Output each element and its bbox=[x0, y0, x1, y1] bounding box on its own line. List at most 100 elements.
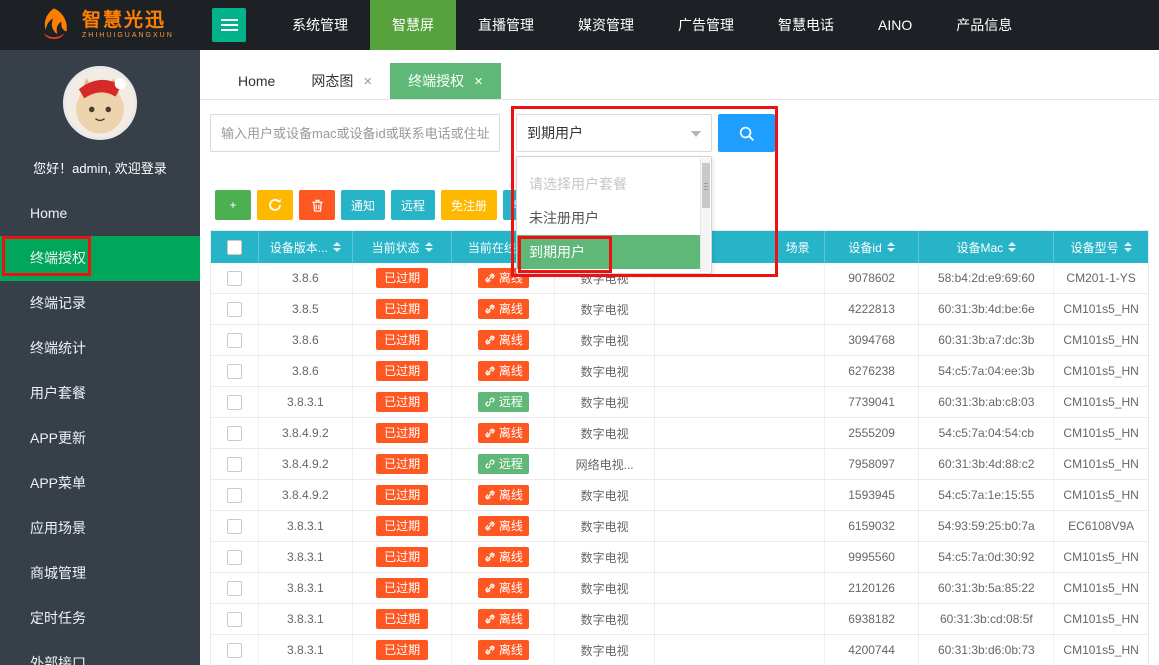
search-input[interactable] bbox=[210, 114, 500, 152]
close-tab-icon[interactable]: × bbox=[363, 74, 372, 89]
online-status-label: 离线 bbox=[498, 364, 523, 378]
scene2-cell bbox=[655, 418, 825, 448]
nav-item-7[interactable]: AINO bbox=[856, 0, 934, 50]
nav-item-3[interactable]: 直播管理 bbox=[456, 0, 556, 50]
sidebar-item-4[interactable]: 终端统计 bbox=[0, 326, 200, 371]
sidebar-item-5[interactable]: 用户套餐 bbox=[0, 371, 200, 416]
top-navbar: 智慧光迅 ZHIHUIGUANGXUN 系统管理 智慧屏 直播管理 媒资管理 广告管理智… bbox=[0, 0, 1159, 50]
device-model-cell: CM101s5_HN bbox=[1063, 581, 1139, 595]
nav-item-1[interactable]: 系统管理 bbox=[270, 0, 370, 50]
online-status-cell: 远程 bbox=[452, 449, 556, 479]
add-button[interactable]: + bbox=[215, 190, 251, 220]
row-checkbox[interactable] bbox=[226, 425, 242, 441]
row-checkbox-cell bbox=[211, 604, 259, 634]
refresh-button[interactable] bbox=[257, 190, 293, 220]
sidebar-item-6[interactable]: APP更新 bbox=[0, 416, 200, 461]
dropdown-option-3[interactable]: 到期用户 bbox=[517, 235, 700, 269]
nav-item-6[interactable]: 智慧电话 bbox=[756, 0, 856, 50]
device-id-cell: 9995560 bbox=[825, 542, 920, 572]
scene-cell: 数字电视 bbox=[555, 573, 656, 603]
tab-3[interactable]: 终端授权 × bbox=[390, 63, 501, 99]
row-checkbox[interactable] bbox=[226, 611, 242, 627]
scrollbar-thumb[interactable] bbox=[702, 163, 710, 208]
row-checkbox[interactable] bbox=[226, 394, 242, 410]
online-status-label: 远程 bbox=[498, 395, 523, 409]
broken-link-icon bbox=[484, 334, 496, 346]
device-version-cell: 3.8.6 bbox=[259, 263, 353, 293]
dropdown-option-1[interactable]: 请选择用户套餐 bbox=[517, 167, 700, 201]
sidebar-item-3[interactable]: 终端记录 bbox=[0, 281, 200, 326]
tab-1[interactable]: Home bbox=[220, 63, 293, 99]
row-checkbox[interactable] bbox=[226, 332, 242, 348]
status-cell: 已过期 bbox=[353, 418, 453, 448]
sidebar-item-11[interactable]: 外部接口 bbox=[0, 641, 200, 665]
nav-item-8[interactable]: 产品信息 bbox=[934, 0, 1034, 50]
table-row: 3.8.4.9.2 已过期 离线 数字电视 2555209 54:c5:7a:04:54:… bbox=[211, 418, 1148, 449]
broken-link-icon bbox=[484, 303, 496, 315]
sort-updown-icon[interactable] bbox=[1008, 242, 1017, 252]
sidebar-item-1[interactable]: Home bbox=[0, 191, 200, 236]
online-status-cell: 离线 bbox=[452, 542, 556, 572]
offline-status-badge: 离线 bbox=[477, 547, 529, 567]
select-all-checkbox[interactable] bbox=[226, 239, 242, 255]
sidebar-item-2[interactable]: 终端授权 bbox=[0, 236, 200, 281]
sort-updown-icon[interactable] bbox=[424, 242, 433, 252]
row-checkbox[interactable] bbox=[226, 270, 242, 286]
link-icon bbox=[484, 458, 496, 470]
nav-item-5[interactable]: 广告管理 bbox=[656, 0, 756, 50]
close-tab-icon[interactable]: × bbox=[474, 74, 483, 89]
row-checkbox[interactable] bbox=[226, 518, 242, 534]
row-checkbox[interactable] bbox=[226, 580, 242, 596]
column-label[interactable]: 设备id bbox=[848, 239, 881, 256]
brand-logo-icon bbox=[34, 5, 74, 45]
row-checkbox[interactable] bbox=[226, 642, 242, 658]
user-package-dropdown: 请选择用户套餐 未注册用户 到期用户 bbox=[516, 156, 712, 274]
broken-link-icon bbox=[484, 489, 496, 501]
row-checkbox[interactable] bbox=[226, 487, 242, 503]
device-model-cell: EC6108V9A bbox=[1068, 519, 1135, 533]
device-model-cell: CM101s5_HN bbox=[1063, 457, 1139, 471]
search-button[interactable] bbox=[718, 114, 775, 152]
sidebar-item-8[interactable]: 应用场景 bbox=[0, 506, 200, 551]
row-checkbox[interactable] bbox=[226, 549, 242, 565]
scene2-cell bbox=[655, 325, 825, 355]
row-checkbox[interactable] bbox=[226, 363, 242, 379]
column-label[interactable]: 当前状态 bbox=[372, 239, 420, 256]
scene-cell: 数字电视 bbox=[555, 542, 656, 572]
device-mac-cell: 60:31:3b:a7:dc:3b bbox=[919, 325, 1055, 355]
row-checkbox[interactable] bbox=[226, 456, 242, 472]
sidebar-item-9[interactable]: 商城管理 bbox=[0, 551, 200, 596]
column-label[interactable]: 设备Mac bbox=[957, 239, 1004, 256]
notify-button[interactable]: 通知 bbox=[341, 190, 386, 220]
expired-status-badge: 已过期 bbox=[376, 485, 429, 505]
column-label[interactable]: 设备版本... bbox=[270, 239, 328, 256]
row-checkbox[interactable] bbox=[226, 301, 242, 317]
free-register-button[interactable]: 免注册 bbox=[441, 190, 498, 220]
device-mac-cell: 54:c5:7a:04:54:cb bbox=[919, 418, 1055, 448]
device-model-cell: CM101s5_HN bbox=[1063, 426, 1139, 440]
online-status-label: 远程 bbox=[498, 457, 523, 471]
sort-updown-icon[interactable] bbox=[1123, 242, 1132, 252]
tab-2[interactable]: 网态图 × bbox=[293, 63, 390, 99]
dropdown-option-2[interactable]: 未注册用户 bbox=[517, 201, 700, 235]
column-label[interactable]: 设备型号 bbox=[1071, 239, 1119, 256]
broken-link-icon bbox=[484, 551, 496, 563]
sidebar-item-7[interactable]: APP菜单 bbox=[0, 461, 200, 506]
user-package-select[interactable]: 到期用户 bbox=[516, 114, 712, 152]
device-version-cell: 3.8.4.9.2 bbox=[259, 418, 353, 448]
remote-button[interactable]: 远程 bbox=[391, 190, 436, 220]
nav-item-4[interactable]: 媒资管理 bbox=[556, 0, 656, 50]
device-id-cell: 6159032 bbox=[825, 511, 920, 541]
hamburger-icon[interactable] bbox=[212, 8, 246, 42]
sidebar-item-10[interactable]: 定时任务 bbox=[0, 596, 200, 641]
sort-updown-icon[interactable] bbox=[332, 242, 341, 252]
header-cell-2: 当前状态 bbox=[353, 231, 453, 263]
device-version-cell: 3.8.3.1 bbox=[259, 635, 353, 665]
delete-button[interactable] bbox=[299, 190, 335, 220]
sort-updown-icon[interactable] bbox=[886, 242, 895, 252]
tab-label: 网态图 bbox=[311, 73, 354, 89]
nav-item-2[interactable]: 智慧屏 bbox=[370, 0, 456, 50]
broken-link-icon bbox=[484, 427, 496, 439]
dropdown-scrollbar[interactable] bbox=[700, 158, 710, 272]
online-status-label: 离线 bbox=[498, 550, 523, 564]
